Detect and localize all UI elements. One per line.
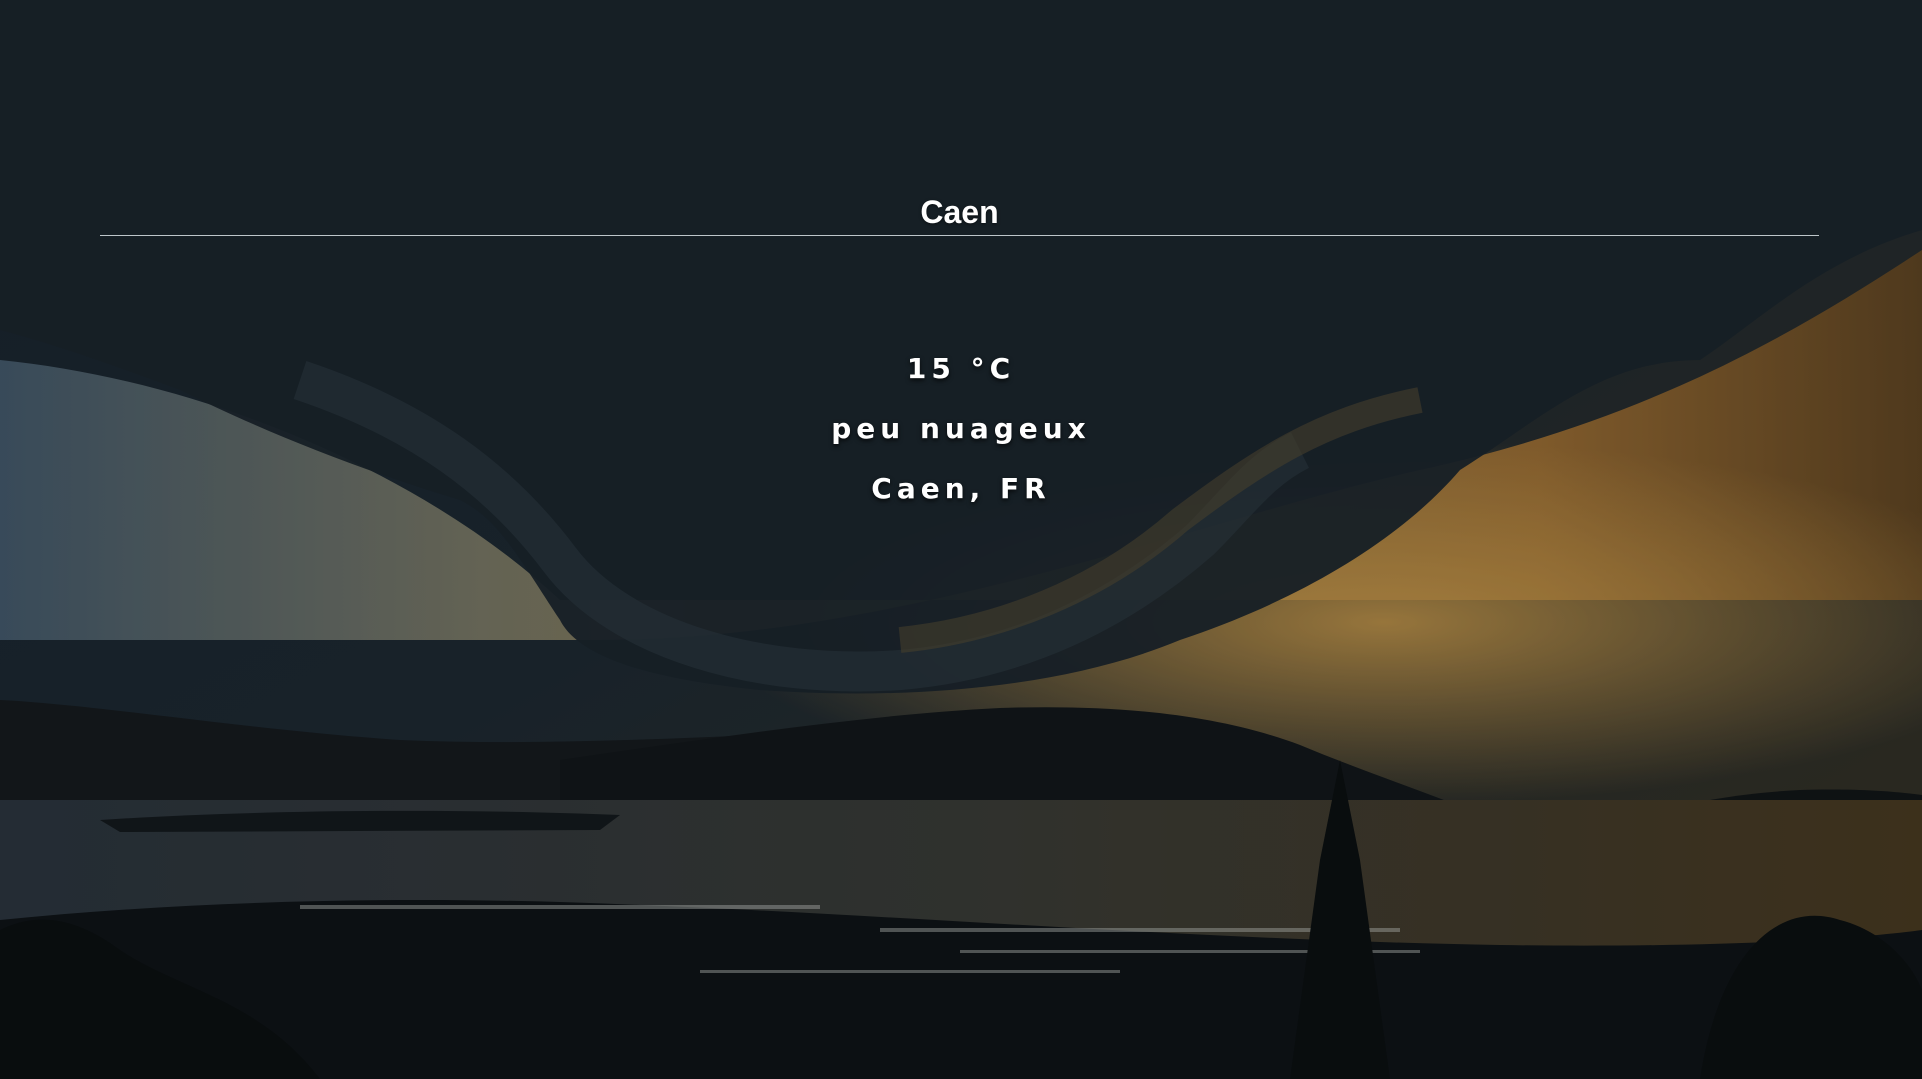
weather-summary: 15 °C peu nuageux Caen, FR: [0, 345, 1922, 525]
temperature: 15 °C: [906, 352, 1016, 385]
city-search-input[interactable]: [100, 190, 1819, 236]
background-photo: [0, 0, 1922, 1079]
location: Caen, FR: [871, 472, 1051, 505]
city-search-bar: [100, 190, 1819, 238]
weather-description: peu nuageux: [831, 412, 1091, 445]
weather-app: 15 °C peu nuageux Caen, FR: [0, 0, 1922, 1079]
